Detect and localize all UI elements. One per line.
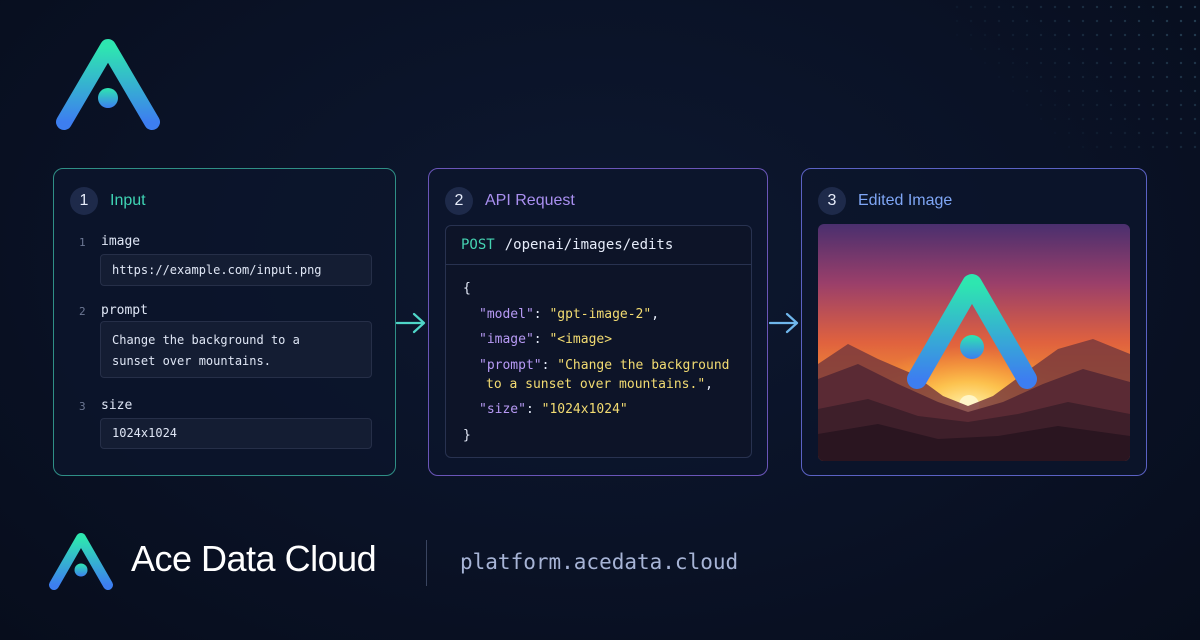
http-method: POST xyxy=(461,237,495,253)
edited-image-panel: 3 Edited Image xyxy=(801,168,1147,476)
json-line-image: "image": "<image> xyxy=(479,332,613,347)
image-field-label: image xyxy=(101,234,141,249)
line-number: 3 xyxy=(79,400,86,413)
json-line-prompt-cont: to a sunset over mountains.", xyxy=(486,377,713,392)
line-number: 2 xyxy=(79,305,86,318)
step-number: 3 xyxy=(818,187,846,215)
arrow-right-icon xyxy=(396,312,426,334)
sunset-mountains-image xyxy=(818,224,1130,461)
api-request-panel-header: 2 API Request xyxy=(445,187,575,215)
json-close-brace: } xyxy=(463,428,471,443)
size-field-label: size xyxy=(101,398,133,413)
line-number: 1 xyxy=(79,236,86,249)
step-number: 2 xyxy=(445,187,473,215)
edited-image-panel-header: 3 Edited Image xyxy=(818,187,952,215)
api-request-panel-title: API Request xyxy=(485,192,575,209)
arrow-right-icon xyxy=(769,312,799,334)
json-line-prompt: "prompt": "Change the background xyxy=(479,358,730,373)
api-request-panel: 2 API Request POST/openai/images/edits {… xyxy=(428,168,768,476)
input-panel: 1 Input 1 image https://example.com/inpu… xyxy=(53,168,396,476)
prompt-field[interactable]: Change the background to a sunset over m… xyxy=(100,321,372,378)
size-field[interactable]: 1024x1024 xyxy=(100,418,372,449)
edited-image-panel-title: Edited Image xyxy=(858,192,953,209)
ace-logo-icon xyxy=(49,533,113,590)
edited-image xyxy=(818,224,1130,461)
request-code-block: POST/openai/images/edits { "model": "gpt… xyxy=(445,225,752,458)
json-open-brace: { xyxy=(463,281,471,296)
ace-logo-icon xyxy=(56,39,160,130)
brand-url[interactable]: platform.acedata.cloud xyxy=(460,550,738,574)
request-endpoint: POST/openai/images/edits xyxy=(446,226,751,265)
json-line-size: "size": "1024x1024" xyxy=(479,402,628,417)
brand-name: Ace Data Cloud xyxy=(131,538,377,579)
endpoint-path: /openai/images/edits xyxy=(504,237,674,253)
prompt-field-label: prompt xyxy=(101,303,148,318)
prompt-line: Change the background to a xyxy=(112,333,300,347)
dot-grid-decoration xyxy=(950,0,1200,150)
json-line-model: "model": "gpt-image-2", xyxy=(479,307,660,322)
brand-divider xyxy=(426,540,427,586)
input-panel-header: 1 Input xyxy=(70,187,146,215)
input-panel-title: Input xyxy=(110,192,146,209)
image-field[interactable]: https://example.com/input.png xyxy=(100,254,372,286)
prompt-line: sunset over mountains. xyxy=(112,354,271,368)
step-number: 1 xyxy=(70,187,98,215)
